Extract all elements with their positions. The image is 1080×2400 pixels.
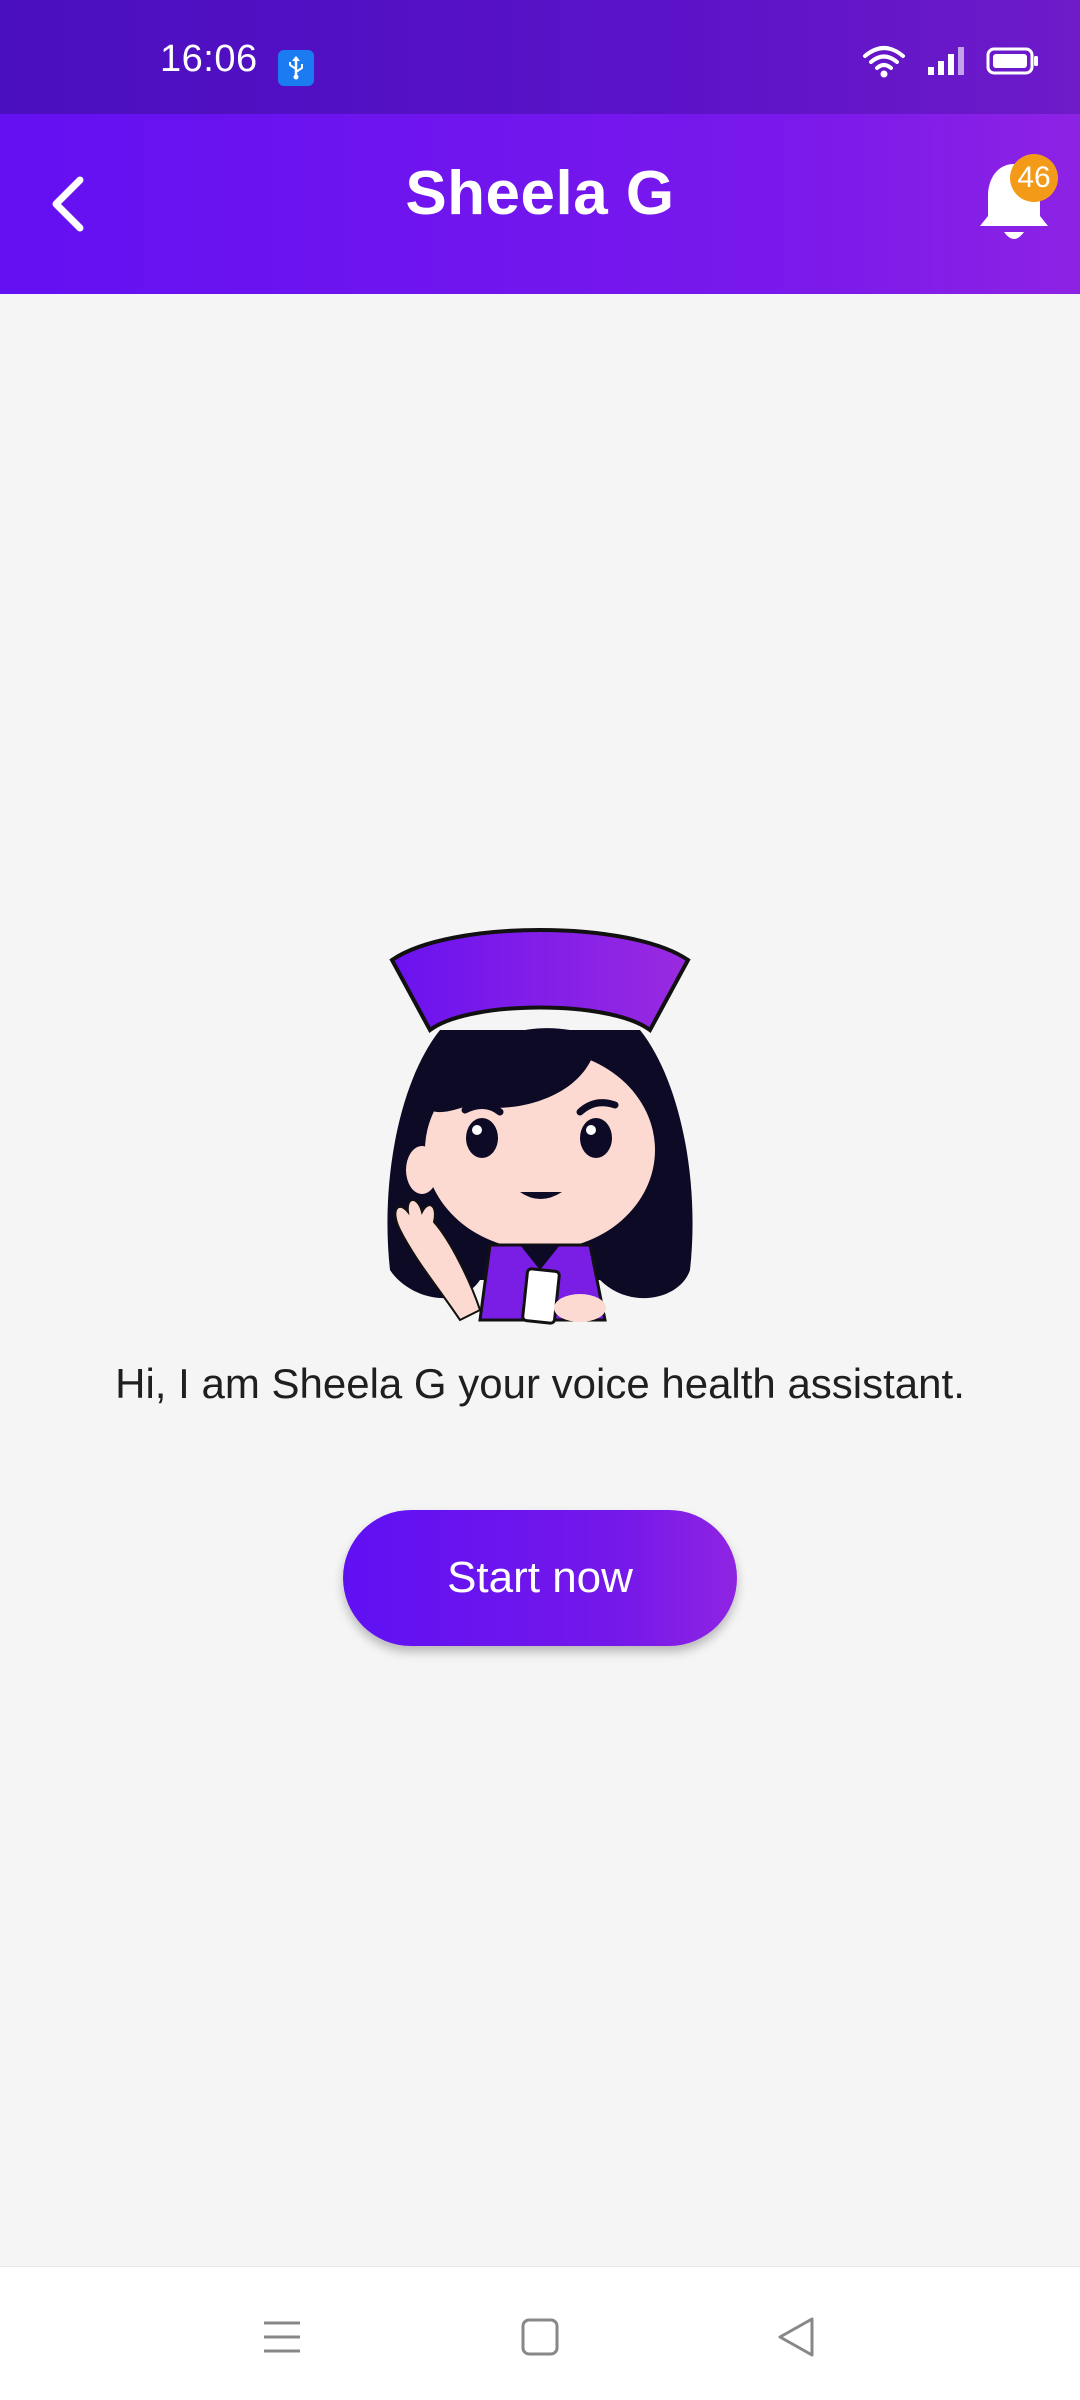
back-triangle-icon: [778, 2317, 814, 2357]
system-nav-bar: [0, 2266, 1080, 2400]
app-header: Sheela G: [0, 114, 1080, 294]
menu-icon: [264, 2321, 300, 2353]
nav-back-button[interactable]: [756, 2297, 836, 2377]
nav-menu-button[interactable]: [242, 2297, 322, 2377]
home-square-icon: [521, 2318, 559, 2356]
status-bar: 16:06: [0, 0, 1080, 114]
usb-icon: [278, 50, 314, 86]
start-now-button[interactable]: Start now: [343, 1510, 737, 1646]
battery-icon: [986, 46, 1040, 81]
notification-badge: 46: [1010, 154, 1058, 202]
greeting-text: Hi, I am Sheela G your voice health assi…: [115, 1360, 965, 1407]
page-title: Sheela G: [405, 159, 675, 228]
nurse-mascot-image: [387, 928, 693, 1325]
status-time: 16:06: [160, 38, 258, 80]
nav-home-button[interactable]: [500, 2297, 580, 2377]
wifi-icon: [862, 44, 906, 83]
signal-icon: [926, 45, 966, 82]
